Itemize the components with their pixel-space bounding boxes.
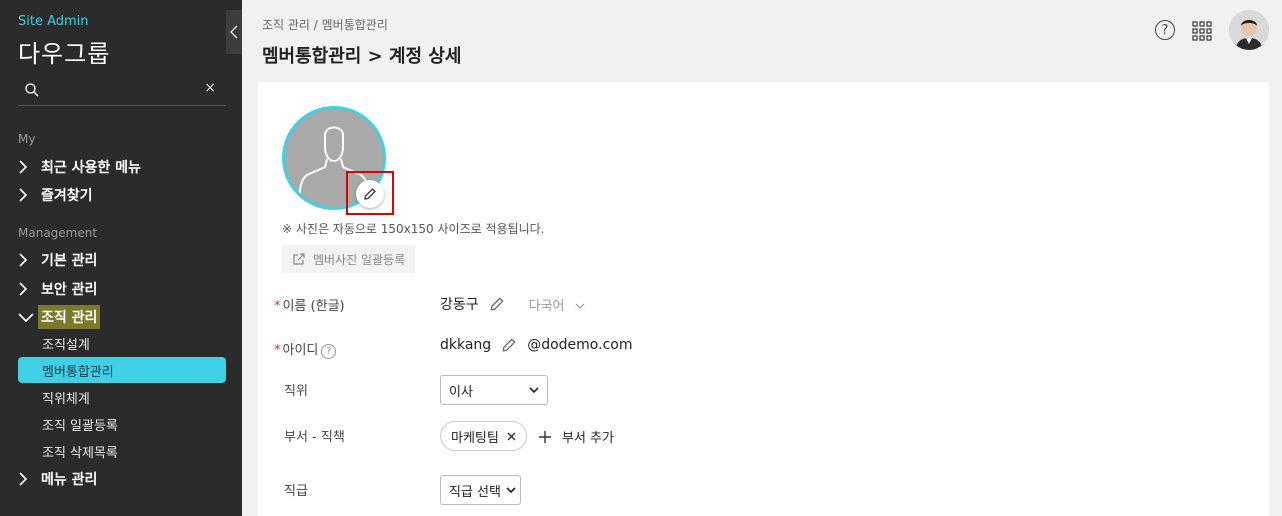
company-name: 다우그룹: [18, 40, 111, 68]
add-dept-label: 부서 추가: [562, 431, 614, 446]
pencil-icon[interactable]: [489, 296, 505, 312]
nav-recent-menu[interactable]: 최근 사용한 메뉴: [18, 155, 144, 179]
sub-item-org-design[interactable]: 조직설계: [18, 330, 226, 356]
nav-label: 메뉴 관리: [41, 472, 98, 488]
name-field: 강동구 다국어: [440, 294, 585, 314]
position-value: 이사: [449, 384, 473, 400]
chevron-down-icon: [575, 303, 585, 309]
grade-label: 직급: [284, 484, 308, 499]
nav-label: 조직 관리: [38, 305, 101, 329]
section-management-label: Management: [18, 226, 98, 240]
nav-security-management[interactable]: 보안 관리: [18, 277, 100, 301]
position-label: 직위: [284, 384, 308, 399]
nav-label: 보안 관리: [41, 282, 98, 298]
nav-basic-management[interactable]: 기본 관리: [18, 248, 100, 272]
help-icon[interactable]: ?: [1155, 20, 1175, 40]
sub-item-org-bulk-register[interactable]: 조직 일괄등록: [18, 411, 226, 437]
nav-favorites[interactable]: 즐겨찾기: [18, 183, 96, 207]
dept-chip-label: 마케팅팀: [451, 430, 499, 446]
nav-label: 기본 관리: [41, 253, 98, 269]
chevron-right-icon: [19, 253, 28, 267]
close-icon[interactable]: [507, 432, 516, 441]
dept-label: 부서 - 직책: [284, 430, 345, 445]
pencil-icon[interactable]: [501, 337, 517, 353]
user-avatar[interactable]: [1229, 10, 1269, 50]
chevron-right-icon: [19, 188, 28, 202]
sub-item-position-system[interactable]: 직위체계: [18, 384, 226, 410]
apps-grid-icon[interactable]: [1192, 21, 1212, 45]
id-value: dkkang: [440, 337, 492, 353]
photo-size-note: ※ 사진은 자동으로 150x150 사이즈로 적용됩니다.: [282, 222, 545, 236]
position-select[interactable]: 이사: [440, 375, 548, 405]
sub-item-org-deleted-list[interactable]: 조직 삭제목록: [18, 438, 226, 464]
external-link-icon: [293, 252, 305, 265]
sub-item-member-management[interactable]: 멤버통합관리: [18, 357, 226, 383]
email-domain: @dodemo.com: [527, 337, 633, 353]
grade-value: 직급 선택: [449, 484, 501, 500]
page-title: 멤버통합관리 > 계정 상세: [262, 46, 462, 67]
search-icon: [25, 83, 39, 97]
id-label: * 아이디?: [274, 339, 337, 359]
grade-select[interactable]: 직급 선택: [440, 475, 521, 505]
chevron-right-icon: [19, 160, 28, 174]
chevron-right-icon: [19, 472, 28, 486]
plus-icon: [539, 430, 551, 443]
nav-label: 최근 사용한 메뉴: [41, 160, 141, 176]
account-detail-panel: ※ 사진은 자동으로 150x150 사이즈로 적용됩니다. 멤버사진 일괄등록…: [258, 82, 1269, 516]
required-mark: *: [274, 299, 281, 314]
name-label: * 이름 (한글): [274, 299, 345, 314]
help-icon[interactable]: ?: [321, 344, 337, 359]
breadcrumb: 조직 관리 / 멤버통합관리: [262, 18, 388, 32]
chevron-down-icon: [506, 486, 516, 493]
sidebar-search[interactable]: ×: [18, 76, 226, 106]
dept-chip: 마케팅팀: [440, 421, 527, 451]
name-value: 강동구: [440, 297, 479, 313]
bulk-photo-label: 멤버사진 일괄등록: [313, 252, 406, 267]
chevron-down-icon: [18, 313, 34, 322]
site-admin-label: Site Admin: [18, 14, 89, 29]
section-my-label: My: [18, 132, 36, 146]
required-mark: *: [274, 343, 281, 358]
id-field: dkkang @dodemo.com: [440, 337, 632, 353]
nav-label: 즐겨찾기: [41, 188, 93, 204]
chevron-down-icon: [529, 386, 539, 393]
sidebar-collapse-button[interactable]: [226, 10, 242, 54]
search-clear-button[interactable]: ×: [204, 80, 216, 96]
bulk-photo-register-button[interactable]: 멤버사진 일괄등록: [282, 245, 416, 273]
nav-org-management[interactable]: 조직 관리: [18, 305, 101, 329]
chevron-right-icon: [19, 282, 28, 296]
highlight-box: [346, 171, 394, 215]
sidebar: Site Admin 다우그룹 × My 최근 사용한 메뉴 즐겨찾기 Mana…: [0, 0, 242, 516]
nav-menu-management[interactable]: 메뉴 관리: [18, 467, 100, 491]
chevron-left-icon: [230, 25, 238, 39]
add-dept-button[interactable]: 부서 추가: [538, 427, 614, 446]
multilanguage-dropdown[interactable]: 다국어: [529, 295, 585, 314]
